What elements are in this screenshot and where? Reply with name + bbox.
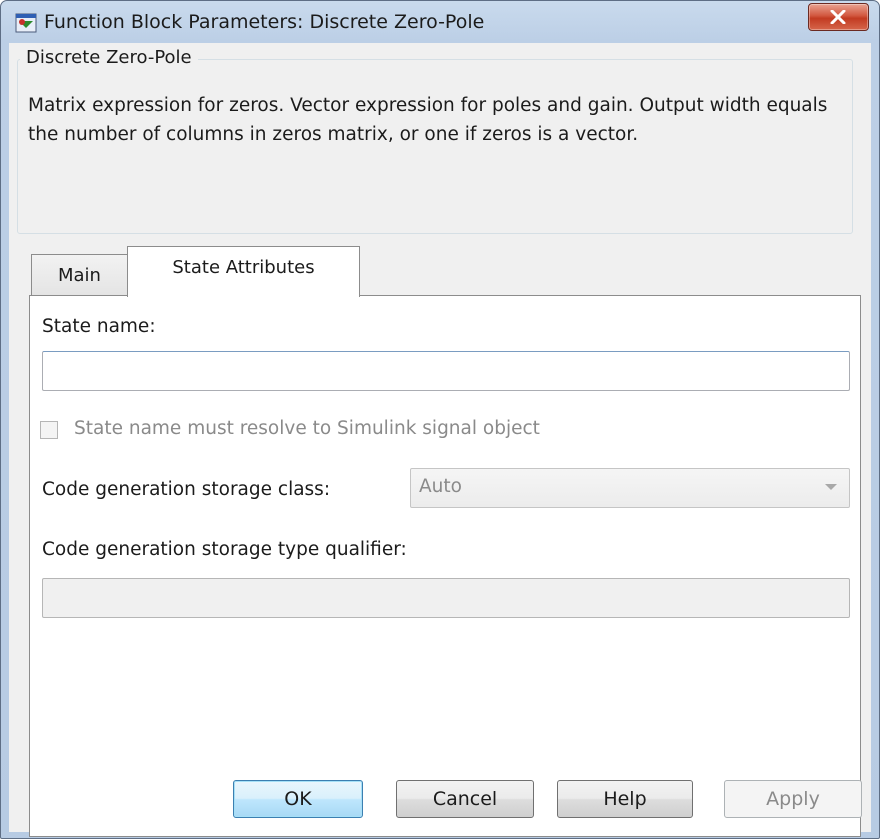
block-description: Matrix expression for zeros. Vector expr… [28,95,828,145]
help-button[interactable]: Help [557,780,693,818]
tab-state-attributes[interactable]: State Attributes [127,246,360,297]
block-description-group: Discrete Zero-Pole Matrix expression for… [17,47,853,234]
dialog-window: Function Block Parameters: Discrete Zero… [0,0,880,839]
chevron-down-icon [825,484,837,490]
tab-panel: State name: State name must resolve to S… [29,295,861,837]
close-button[interactable] [808,3,869,31]
storage-class-select[interactable]: Auto [410,468,850,508]
state-name-input[interactable] [42,351,850,391]
storage-class-label: Code generation storage class: [42,479,331,500]
type-qualifier-input[interactable] [42,578,850,618]
state-name-label: State name: [42,316,156,337]
tab-main[interactable]: Main [31,254,128,296]
storage-class-value: Auto [419,476,462,497]
simulink-block-icon [15,13,37,33]
resolve-signal-label: State name must resolve to Simulink sign… [74,418,540,439]
tab-main-label: Main [58,265,101,286]
cancel-button[interactable]: Cancel [396,780,534,818]
tab-state-attributes-label: State Attributes [172,257,315,278]
close-x-icon [830,10,846,24]
type-qualifier-label: Code generation storage type qualifier: [42,539,407,560]
ok-button[interactable]: OK [233,780,363,818]
apply-button[interactable]: Apply [724,780,862,818]
window-title: Function Block Parameters: Discrete Zero… [44,11,485,33]
group-legend: Discrete Zero-Pole [20,47,198,68]
resolve-signal-checkbox[interactable] [40,421,58,439]
title-bar[interactable]: Function Block Parameters: Discrete Zero… [1,1,879,43]
